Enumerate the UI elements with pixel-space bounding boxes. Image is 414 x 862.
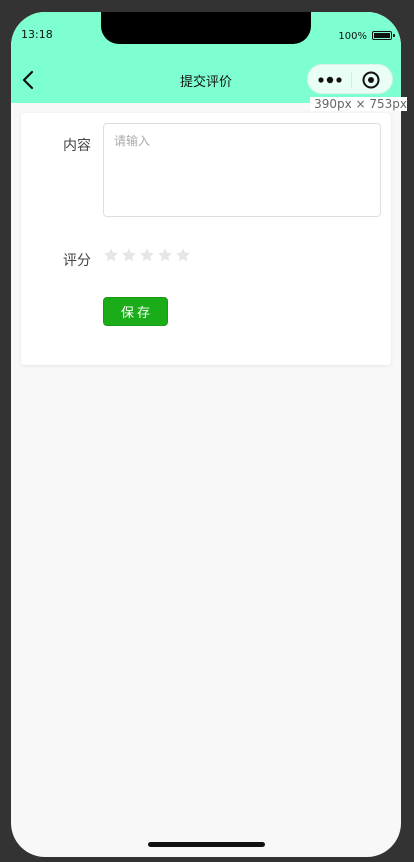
home-indicator (148, 842, 265, 847)
status-time: 13:18 (21, 28, 53, 41)
status-bar: 13:18 100% (11, 12, 401, 56)
rating-label: 评分 (63, 253, 91, 269)
camera-notch (101, 12, 311, 44)
star-icon[interactable] (157, 247, 173, 263)
battery-level (374, 33, 390, 38)
content-textarea[interactable] (103, 123, 381, 217)
more-dots-icon (318, 76, 342, 84)
phone-screen: 13:18 100% 提交评价 内容 请输入 评分 保存 (11, 12, 401, 857)
battery-percentage: 100% (338, 31, 367, 42)
star-icon[interactable] (175, 247, 191, 263)
star-icon[interactable] (139, 247, 155, 263)
navigation-bar: 提交评价 (11, 56, 401, 103)
star-icon[interactable] (103, 247, 119, 263)
save-button[interactable]: 保存 (103, 297, 168, 326)
star-icon[interactable] (121, 247, 137, 263)
capsule-divider (351, 72, 352, 88)
battery-icon (372, 31, 395, 40)
close-miniprogram-button[interactable] (361, 70, 381, 90)
target-circle-icon (362, 71, 380, 89)
content-label: 内容 (63, 138, 91, 154)
mini-program-capsule (307, 64, 393, 94)
more-button[interactable] (316, 72, 344, 88)
star-rating (103, 247, 191, 263)
viewport-size-label: 390px × 753px (310, 97, 407, 111)
review-form-card: 内容 评分 保存 (21, 113, 391, 365)
